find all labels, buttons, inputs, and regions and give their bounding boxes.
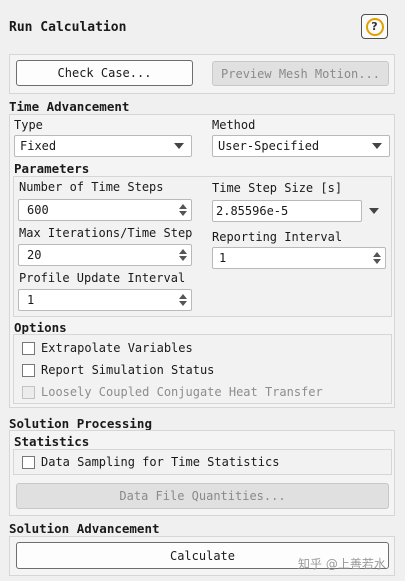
data-sampling-checkbox[interactable] — [22, 456, 35, 469]
help-button[interactable]: ? — [361, 14, 388, 39]
method-label: Method — [212, 118, 256, 132]
spin-up-icon[interactable] — [179, 294, 187, 299]
step-size-field[interactable]: 2.85596e-5 — [212, 200, 362, 222]
reporting-value: 1 — [219, 251, 227, 265]
statistics-title: Statistics — [14, 434, 90, 449]
step-size-label: Time Step Size [s] — [212, 181, 343, 195]
type-value: Fixed — [20, 139, 57, 153]
watermark-text: 知乎 @上善若水 — [298, 557, 386, 571]
profile-label: Profile Update Interval — [19, 271, 186, 285]
profile-spinner[interactable]: 1 — [18, 289, 192, 311]
spin-down-icon[interactable] — [179, 256, 187, 261]
extrapolate-checkbox[interactable] — [22, 342, 35, 355]
data-sampling-label: Data Sampling for Time Statistics — [41, 455, 280, 469]
parameters-title: Parameters — [14, 161, 90, 176]
reporting-spinner[interactable]: 1 — [212, 247, 386, 269]
options-title: Options — [14, 320, 67, 335]
report-status-checkbox[interactable] — [22, 364, 35, 377]
preview-mesh-motion-button[interactable]: Preview Mesh Motion... — [212, 61, 389, 86]
step-size-menu-icon[interactable] — [369, 208, 379, 214]
max-iter-label: Max Iterations/Time Step — [19, 226, 193, 240]
spin-up-icon[interactable] — [179, 204, 187, 209]
spin-down-icon[interactable] — [179, 301, 187, 306]
report-status-label: Report Simulation Status — [41, 363, 215, 377]
spin-up-icon[interactable] — [179, 249, 187, 254]
check-case-button[interactable]: Check Case... — [16, 60, 193, 86]
spin-down-icon[interactable] — [179, 211, 187, 216]
spin-down-icon[interactable] — [373, 259, 381, 264]
conjugate-heat-label: Loosely Coupled Conjugate Heat Transfer — [41, 385, 323, 399]
type-dropdown[interactable]: Fixed — [14, 135, 192, 157]
reporting-label: Reporting Interval — [212, 230, 343, 244]
max-iter-spinner[interactable]: 20 — [18, 244, 192, 266]
window-title: Run Calculation — [9, 20, 127, 35]
method-dropdown[interactable]: User-Specified — [212, 135, 390, 157]
solution-processing-title: Solution Processing — [9, 416, 152, 431]
extrapolate-label: Extrapolate Variables — [41, 341, 193, 355]
time-advancement-title: Time Advancement — [9, 99, 130, 114]
profile-value: 1 — [27, 293, 35, 307]
num-steps-spinner[interactable]: 600 — [18, 199, 192, 221]
num-steps-label: Number of Time Steps — [19, 180, 164, 194]
spin-up-icon[interactable] — [373, 252, 381, 257]
chevron-down-icon — [372, 143, 382, 149]
method-value: User-Specified — [218, 139, 320, 153]
chevron-down-icon — [174, 143, 184, 149]
data-file-quantities-button[interactable]: Data File Quantities... — [16, 483, 389, 509]
type-label: Type — [14, 118, 43, 132]
max-iter-value: 20 — [27, 248, 42, 262]
solution-advancement-title: Solution Advancement — [9, 521, 160, 536]
conjugate-heat-checkbox[interactable] — [22, 386, 35, 399]
num-steps-value: 600 — [27, 203, 49, 217]
help-icon: ? — [365, 17, 384, 36]
step-size-value: 2.85596e-5 — [216, 204, 289, 218]
